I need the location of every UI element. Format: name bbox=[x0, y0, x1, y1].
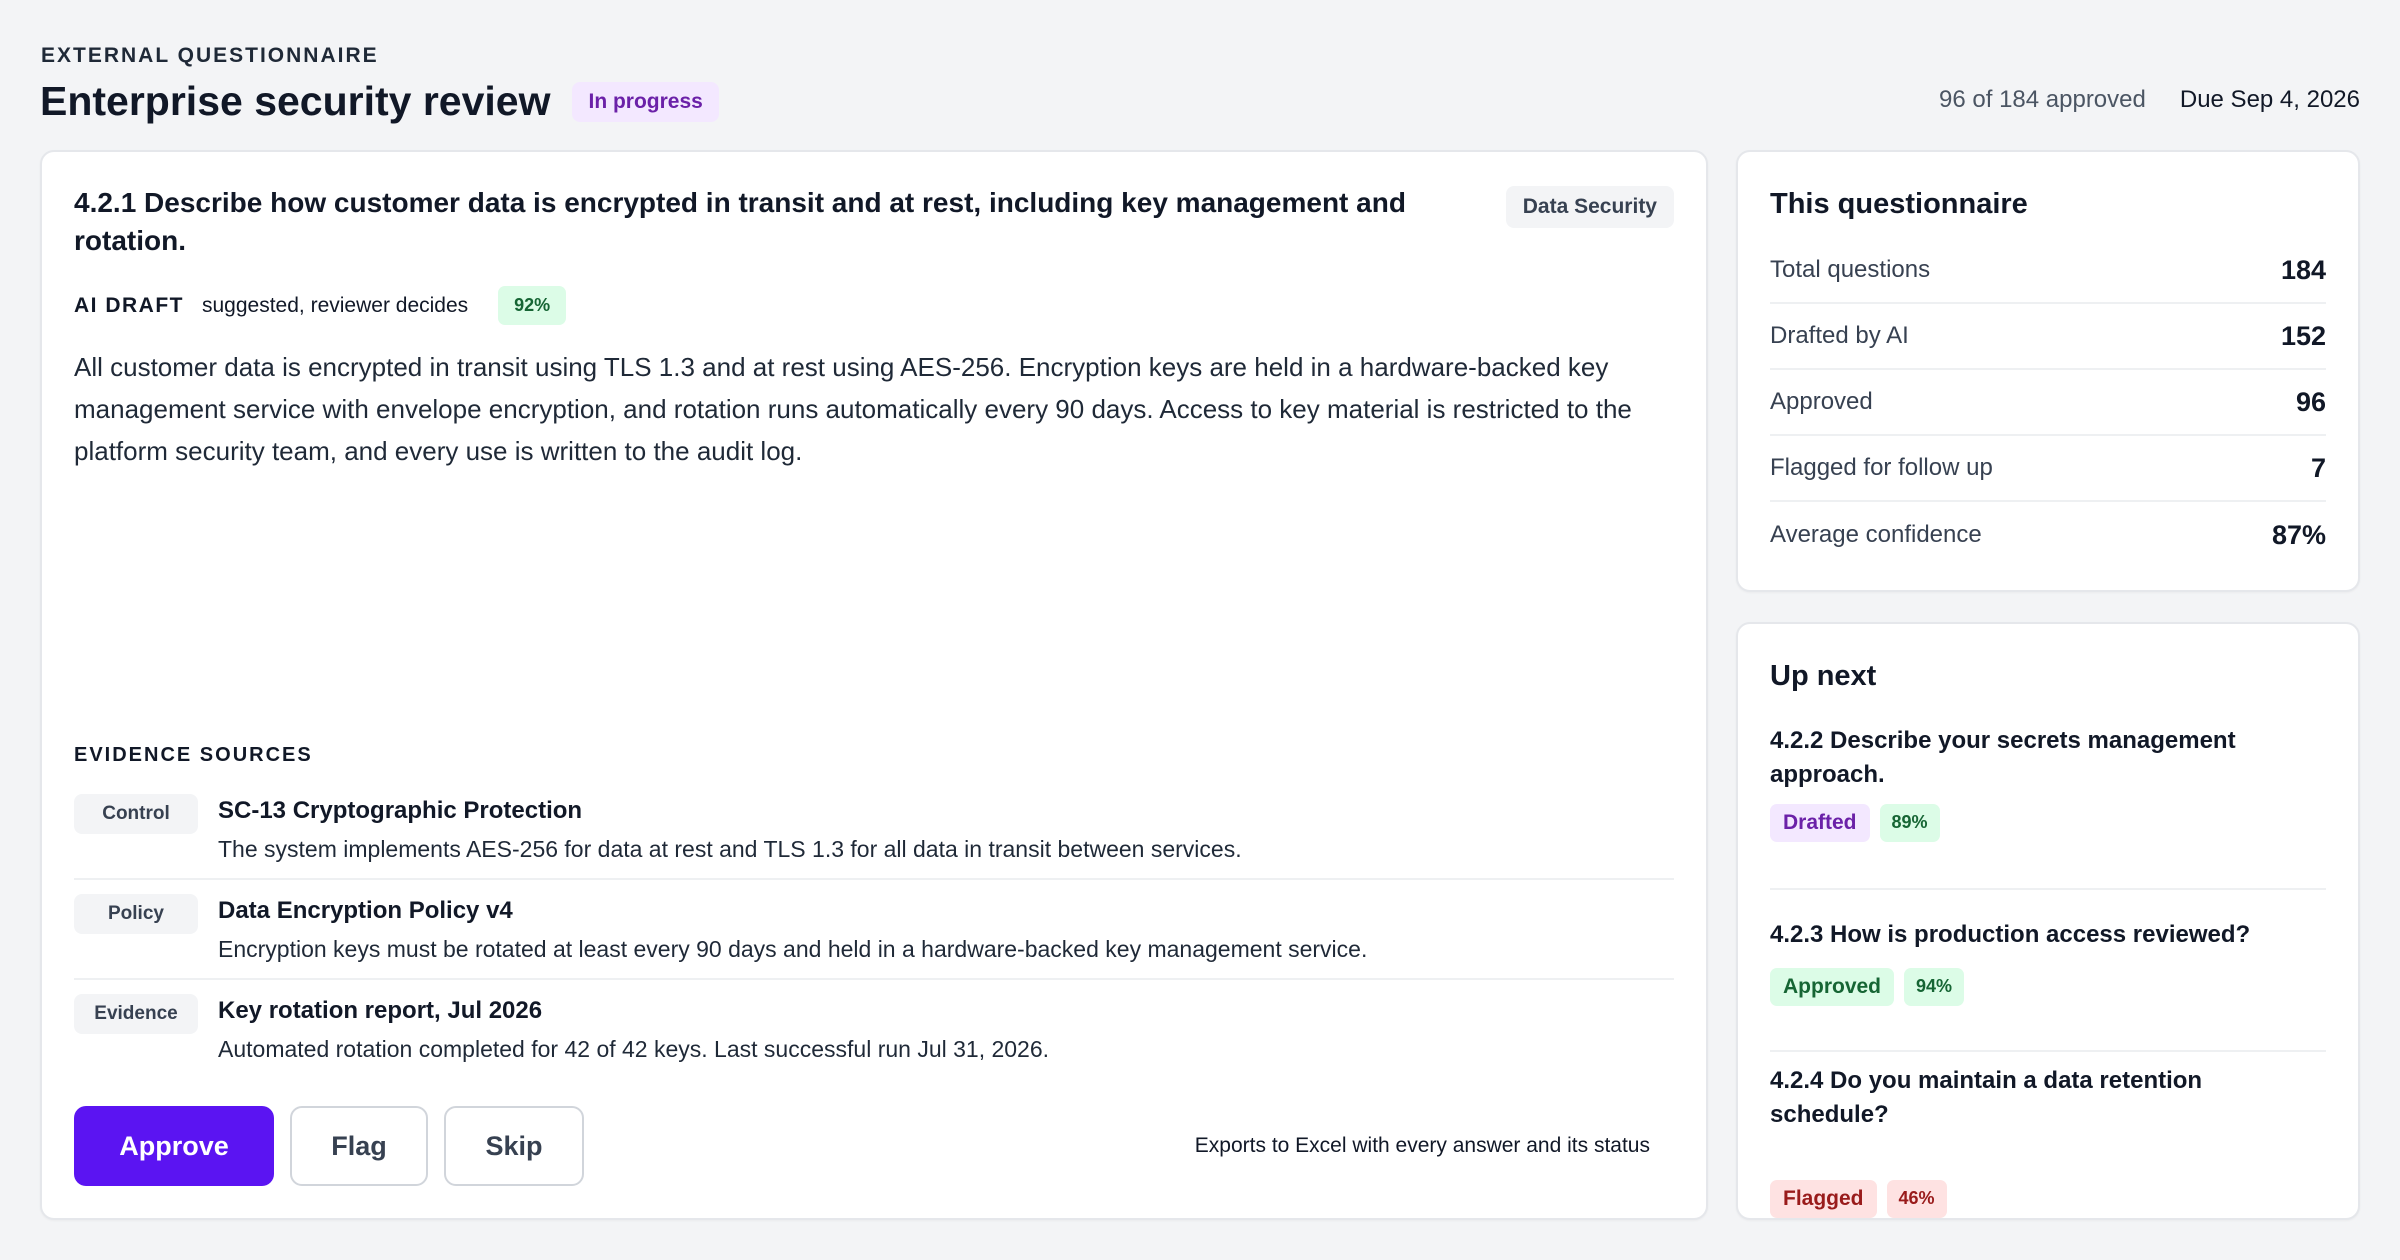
evidence-body: Key rotation report, Jul 2026 Automated … bbox=[218, 994, 1049, 1066]
up-next-question-title: 4.2.3 How is production access reviewed? bbox=[1770, 921, 2251, 948]
approve-button[interactable]: Approve bbox=[74, 1106, 274, 1186]
stat-row: Flagged for follow up 7 bbox=[1770, 436, 2326, 502]
header-meta: 96 of 184 approved Due Sep 4, 2026 bbox=[1939, 86, 2360, 114]
ai-draft-row: AI DRAFT suggested, reviewer decides 92% bbox=[74, 286, 567, 325]
questionnaire-stats-card: This questionnaire Total questions 184 D… bbox=[1736, 150, 2360, 592]
evidence-title: SC-13 Cryptographic Protection bbox=[218, 797, 583, 824]
status-tag: Flagged bbox=[1770, 1180, 1877, 1218]
stat-value: 152 bbox=[2280, 320, 2326, 351]
up-next-tags: Approved 94% bbox=[1770, 968, 2326, 1006]
export-note: Exports to Excel with every answer and i… bbox=[1194, 1134, 1650, 1157]
status-badge: In progress bbox=[572, 81, 719, 122]
stat-value: 96 bbox=[2295, 386, 2326, 417]
page-title: Enterprise security review bbox=[40, 78, 551, 124]
question-header: 4.2.1 Describe how customer data is encr… bbox=[74, 184, 1674, 260]
draft-answer: All customer data is encrypted in transi… bbox=[74, 352, 1632, 466]
stat-row: Approved 96 bbox=[1770, 370, 2326, 436]
evidence-description: Encryption keys must be rotated at least… bbox=[218, 936, 1368, 962]
stat-label: Total questions bbox=[1770, 256, 1931, 283]
evidence-type-badge: Control bbox=[74, 794, 198, 834]
up-next-card: Up next 4.2.2 Describe your secrets mana… bbox=[1736, 622, 2360, 1220]
stat-row: Average confidence 87% bbox=[1770, 502, 2326, 568]
page-eyebrow: EXTERNAL QUESTIONNAIRE bbox=[41, 44, 379, 67]
approved-count: 96 of 184 approved bbox=[1939, 86, 2146, 113]
up-next-item[interactable]: 4.2.3 How is production access reviewed?… bbox=[1770, 890, 2326, 1052]
up-next-item[interactable]: 4.2.4 Do you maintain a data retention s… bbox=[1770, 1052, 2326, 1232]
evidence-body: SC-13 Cryptographic Protection The syste… bbox=[218, 794, 1242, 866]
confidence-tag: 46% bbox=[1886, 1180, 1947, 1218]
evidence-list: Control SC-13 Cryptographic Protection T… bbox=[74, 780, 1674, 1080]
question-title: 4.2.1 Describe how customer data is encr… bbox=[74, 187, 1406, 256]
up-next-question-title: 4.2.2 Describe your secrets management a… bbox=[1770, 727, 2236, 788]
up-next-item[interactable]: 4.2.2 Describe your secrets management a… bbox=[1770, 724, 2326, 890]
up-next-tags: Drafted 89% bbox=[1770, 804, 2326, 842]
evidence-item[interactable]: Policy Data Encryption Policy v4 Encrypt… bbox=[74, 880, 1674, 980]
action-bar: Approve Flag Skip Exports to Excel with … bbox=[74, 1106, 1674, 1186]
up-next-tags: Flagged 46% bbox=[1770, 1180, 2326, 1218]
stat-label: Average confidence bbox=[1770, 521, 1982, 548]
evidence-item[interactable]: Evidence Key rotation report, Jul 2026 A… bbox=[74, 980, 1674, 1080]
evidence-heading: EVIDENCE SOURCES bbox=[74, 744, 313, 766]
up-next-list: 4.2.2 Describe your secrets management a… bbox=[1770, 724, 2326, 1232]
stat-label: Flagged for follow up bbox=[1770, 454, 1993, 481]
stats-list: Total questions 184 Drafted by AI 152 Ap… bbox=[1770, 238, 2326, 568]
up-next-title: Up next bbox=[1770, 660, 1877, 692]
ai-draft-label: AI DRAFT bbox=[74, 293, 184, 317]
evidence-description: Automated rotation completed for 42 of 4… bbox=[218, 1036, 1050, 1062]
evidence-type-badge: Evidence bbox=[74, 994, 198, 1034]
confidence-badge: 92% bbox=[498, 286, 567, 325]
confidence-tag: 89% bbox=[1879, 804, 1940, 842]
title-row: Enterprise security review In progress bbox=[40, 78, 719, 125]
evidence-type-badge: Policy bbox=[74, 894, 198, 934]
evidence-item[interactable]: Control SC-13 Cryptographic Protection T… bbox=[74, 780, 1674, 880]
question-card: 4.2.1 Describe how customer data is encr… bbox=[40, 150, 1708, 1220]
stat-value: 87% bbox=[2271, 519, 2326, 550]
confidence-tag: 94% bbox=[1904, 968, 1965, 1006]
evidence-title: Key rotation report, Jul 2026 bbox=[218, 997, 543, 1024]
evidence-title: Data Encryption Policy v4 bbox=[218, 897, 513, 924]
due-date: Due Sep 4, 2026 bbox=[2179, 86, 2360, 113]
up-next-question-title: 4.2.4 Do you maintain a data retention s… bbox=[1770, 1067, 2203, 1128]
stat-row: Total questions 184 bbox=[1770, 238, 2326, 304]
evidence-body: Data Encryption Policy v4 Encryption key… bbox=[218, 894, 1367, 966]
stat-value: 7 bbox=[2310, 452, 2326, 483]
stats-title: This questionnaire bbox=[1770, 188, 2028, 220]
stat-value: 184 bbox=[2280, 254, 2326, 285]
stat-row: Drafted by AI 152 bbox=[1770, 304, 2326, 370]
status-tag: Approved bbox=[1770, 968, 1895, 1006]
stat-label: Approved bbox=[1770, 388, 1873, 415]
page-header: EXTERNAL QUESTIONNAIRE Enterprise securi… bbox=[40, 40, 2360, 130]
flag-button[interactable]: Flag bbox=[290, 1106, 428, 1186]
skip-button[interactable]: Skip bbox=[444, 1106, 584, 1186]
stat-label: Drafted by AI bbox=[1770, 322, 1909, 349]
evidence-description: The system implements AES-256 for data a… bbox=[218, 836, 1242, 862]
status-tag: Drafted bbox=[1770, 804, 1870, 842]
category-badge: Data Security bbox=[1505, 186, 1674, 228]
ai-draft-subtitle: suggested, reviewer decides bbox=[202, 293, 469, 317]
